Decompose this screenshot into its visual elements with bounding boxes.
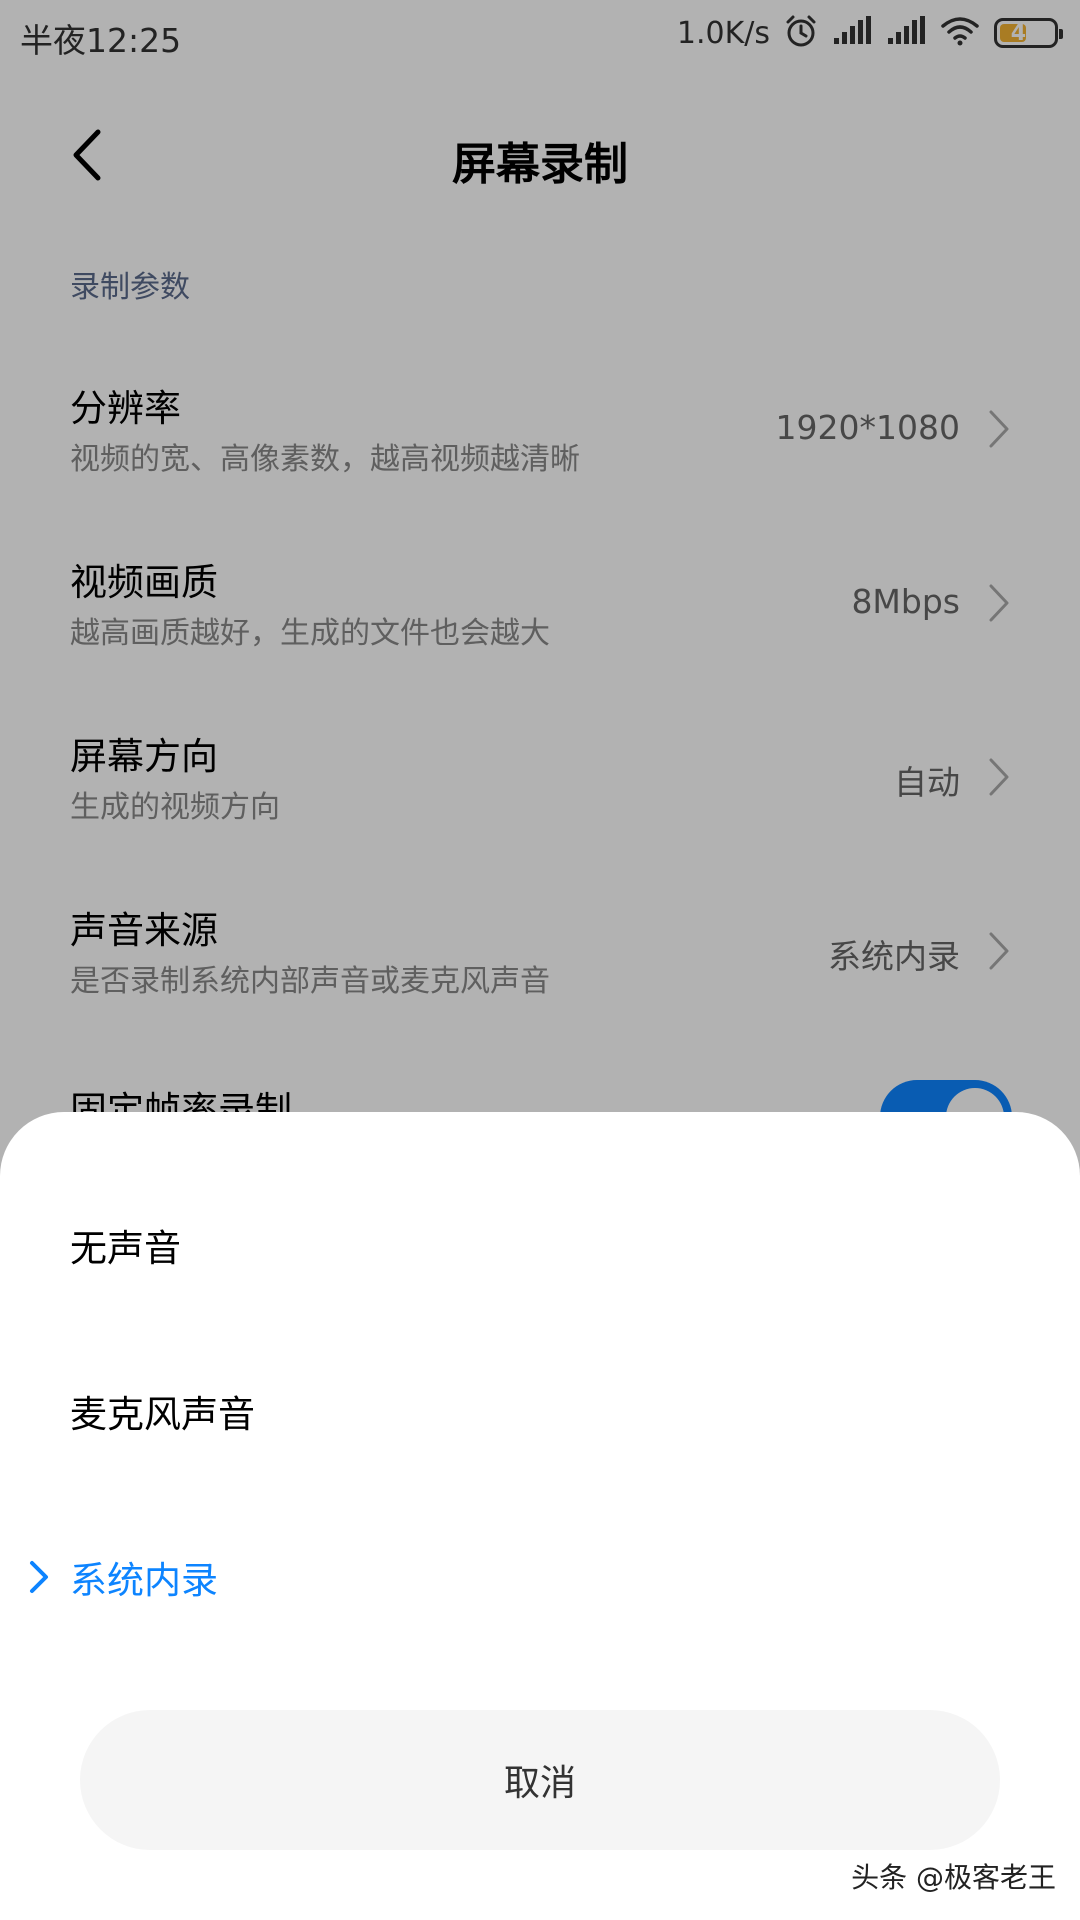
option-system-audio[interactable]: 系统内录: [0, 1494, 1080, 1660]
watermark: 头条 @极客老王: [851, 1861, 1056, 1894]
option-label: 系统内录: [70, 1559, 218, 1602]
option-label: 麦克风声音: [70, 1393, 255, 1436]
cancel-label: 取消: [503, 1763, 576, 1804]
option-microphone[interactable]: 麦克风声音: [0, 1328, 1080, 1494]
option-label: 无声音: [70, 1227, 181, 1270]
option-no-sound[interactable]: 无声音: [0, 1162, 1080, 1328]
cancel-button[interactable]: 取消: [80, 1710, 1000, 1850]
selected-chevron-icon: [30, 1561, 48, 1593]
audio-source-sheet: 无声音 麦克风声音 系统内录 取消: [0, 1112, 1080, 1920]
